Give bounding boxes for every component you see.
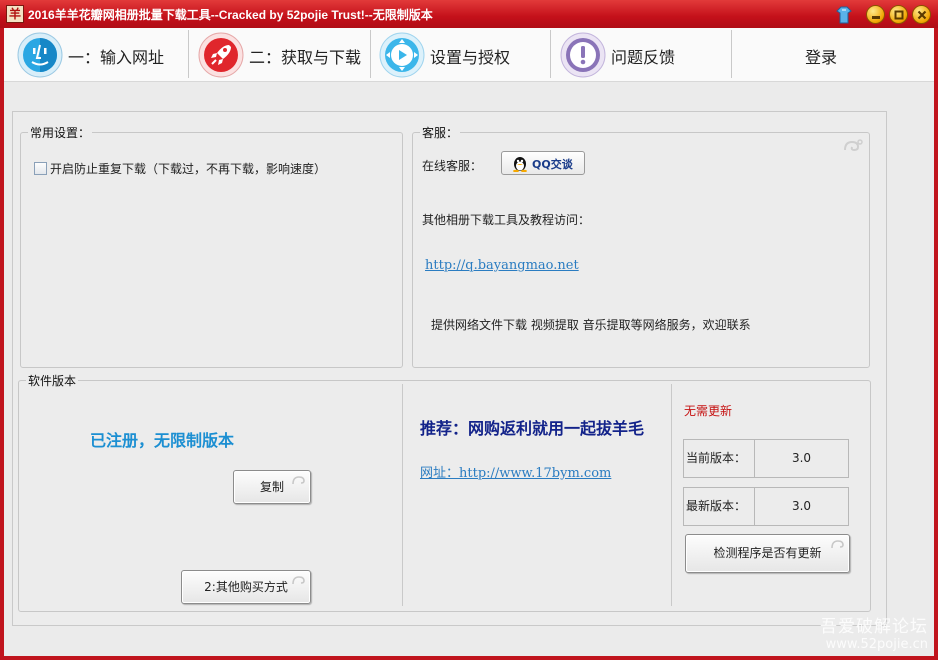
tab-input-url-label: 一：输入网址 bbox=[68, 48, 165, 67]
tab-settings-auth[interactable]: 设置与授权 bbox=[376, 28, 548, 82]
qq-chat-button[interactable]: QQ交谈 bbox=[501, 151, 585, 175]
current-version-value: 3.0 bbox=[754, 439, 849, 478]
tab-feedback[interactable]: 问题反馈 bbox=[557, 28, 729, 82]
toolbar-divider bbox=[731, 30, 732, 78]
login-label: 登录 bbox=[805, 48, 838, 67]
tab-fetch-download[interactable]: 二：获取与下载 bbox=[195, 28, 370, 82]
decor-swirl-icon bbox=[844, 139, 863, 152]
decor-swirl-icon bbox=[292, 576, 305, 585]
watermark-cn: 吾爱破解论坛 bbox=[820, 617, 928, 637]
current-version-label: 当前版本： bbox=[683, 439, 755, 478]
version-divider bbox=[402, 384, 403, 606]
other-tools-text: 其他相册下载工具及教程访问： bbox=[422, 213, 591, 227]
gamepad-icon bbox=[379, 32, 425, 78]
watermark-en: www.52pojie.cn bbox=[825, 637, 928, 652]
latest-version-label: 最新版本： bbox=[683, 487, 755, 526]
decor-swirl-icon bbox=[831, 540, 844, 549]
login-button[interactable]: 登录 bbox=[739, 28, 909, 82]
copy-button-label: 复制 bbox=[259, 480, 284, 494]
site-link[interactable]: http://q.bayangmao.net bbox=[425, 258, 579, 273]
tab-input-url[interactable]: 一：输入网址 bbox=[14, 28, 184, 82]
version-divider bbox=[671, 384, 672, 606]
exclamation-icon bbox=[560, 32, 606, 78]
qq-chat-label: QQ交谈 bbox=[532, 158, 573, 171]
copy-button[interactable]: 复制 bbox=[233, 470, 311, 504]
finder-face-icon bbox=[17, 32, 63, 78]
dedupe-checkbox-label: 开启防止重复下载（下载过，不再下载，影响速度） bbox=[50, 162, 327, 176]
qq-penguin-icon bbox=[513, 157, 527, 172]
app-icon: 羊 bbox=[6, 5, 24, 23]
recommend-text: 推荐：网购返利就用一起拔羊毛 bbox=[420, 419, 645, 438]
title-bar[interactable]: 羊 2016羊羊花瓣网相册批量下载工具--Cracked by 52pojie … bbox=[0, 0, 938, 28]
service-legend: 客服： bbox=[420, 124, 461, 141]
rocket-icon bbox=[198, 32, 244, 78]
check-update-label: 检测程序是否有更新 bbox=[713, 546, 822, 560]
close-button[interactable] bbox=[912, 5, 931, 24]
maximize-icon bbox=[894, 10, 904, 20]
services-text: 提供网络文件下载 视频提取 音乐提取等网络服务，欢迎联系 bbox=[431, 318, 751, 332]
common-settings-legend: 常用设置： bbox=[28, 124, 93, 141]
update-status: 无需更新 bbox=[684, 404, 733, 418]
other-purchase-button[interactable]: 2:其他购买方式 bbox=[181, 570, 311, 604]
check-update-button[interactable]: 检测程序是否有更新 bbox=[685, 534, 850, 573]
skin-icon[interactable] bbox=[836, 6, 852, 24]
version-legend: 软件版本 bbox=[26, 372, 79, 389]
minimize-button[interactable] bbox=[866, 5, 885, 24]
top-toolbar: 一：输入网址 二：获取与下载 设置与授权 问题反馈 登录 bbox=[4, 28, 934, 82]
tab-settings-auth-label: 设置与授权 bbox=[430, 48, 511, 67]
client-area: 一：输入网址 二：获取与下载 设置与授权 问题反馈 登录 常用设置： 开启防止重… bbox=[4, 28, 934, 656]
recommend-url[interactable]: 网址：http://www.17bym.com bbox=[420, 462, 611, 481]
toolbar-divider bbox=[550, 30, 551, 78]
toolbar-divider bbox=[370, 30, 371, 78]
maximize-button[interactable] bbox=[889, 5, 908, 24]
decor-swirl-icon bbox=[292, 476, 305, 485]
toolbar-divider bbox=[188, 30, 189, 78]
close-icon bbox=[917, 10, 927, 20]
tab-fetch-download-label: 二：获取与下载 bbox=[249, 48, 362, 67]
tab-feedback-label: 问题反馈 bbox=[611, 48, 676, 67]
forum-watermark: 吾爱破解论坛 www.52pojie.cn bbox=[820, 612, 928, 652]
window-title: 2016羊羊花瓣网相册批量下载工具--Cracked by 52pojie Tr… bbox=[28, 8, 433, 22]
dedupe-option[interactable]: 开启防止重复下载（下载过，不再下载，影响速度） bbox=[34, 160, 326, 177]
other-purchase-label: 2:其他购买方式 bbox=[204, 580, 288, 594]
online-service-label: 在线客服： bbox=[422, 159, 483, 173]
registered-status: 已注册，无限制版本 bbox=[90, 431, 235, 450]
minimize-icon bbox=[872, 16, 880, 19]
latest-version-value: 3.0 bbox=[754, 487, 849, 526]
dedupe-checkbox[interactable] bbox=[34, 162, 47, 175]
